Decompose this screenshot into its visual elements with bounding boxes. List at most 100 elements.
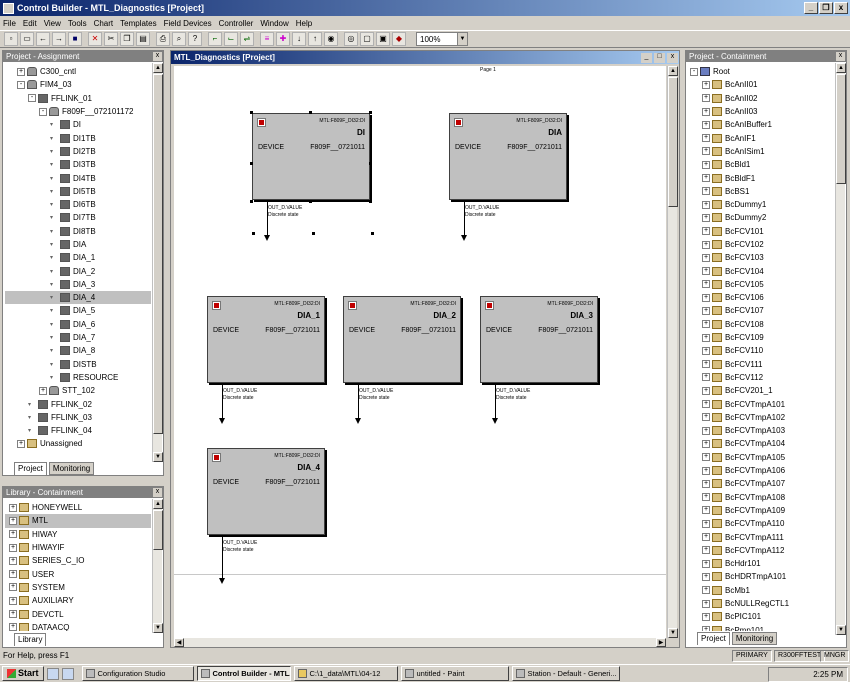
- containment-item[interactable]: + BcAnII01: [690, 78, 830, 91]
- expand-icon[interactable]: +: [702, 187, 710, 196]
- expand-icon[interactable]: +: [702, 174, 710, 183]
- expand-icon[interactable]: +: [702, 360, 710, 369]
- containment-item[interactable]: + BcFCVTmpA102: [690, 411, 830, 424]
- containment-item[interactable]: + BcFCV108: [690, 318, 830, 331]
- maximize-icon[interactable]: □: [654, 53, 665, 63]
- containment-item[interactable]: + BcDummy1: [690, 198, 830, 211]
- menu-field-devices[interactable]: Field Devices: [164, 19, 212, 28]
- collapse-icon[interactable]: -: [17, 80, 25, 89]
- containment-item[interactable]: + BcBS1: [690, 185, 830, 198]
- containment-item[interactable]: + BcHdr101: [690, 557, 830, 570]
- library-item[interactable]: + SERIES_C_IO: [5, 554, 151, 567]
- expand-icon[interactable]: +: [702, 559, 710, 568]
- monitor-icon[interactable]: ◎: [344, 32, 358, 46]
- function-block[interactable]: MTL:F809F_DI32:DI DI DEVICE F809F__0721011: [252, 113, 370, 200]
- tree-item[interactable]: ▾ DIA_4: [5, 291, 151, 305]
- menu-window[interactable]: Window: [260, 19, 288, 28]
- tree-item[interactable]: ▾ DI2TB: [5, 145, 151, 158]
- expand-icon[interactable]: +: [702, 599, 710, 608]
- expand-icon[interactable]: +: [17, 67, 25, 76]
- tree-item[interactable]: ▾ DISTB: [5, 358, 151, 371]
- quicklaunch-desktop-icon[interactable]: [61, 667, 74, 680]
- selection-handle[interactable]: [250, 162, 253, 165]
- expand-icon[interactable]: +: [9, 556, 17, 565]
- scroll-up-icon[interactable]: ▲: [153, 499, 163, 509]
- tree-item[interactable]: + C300_cntl: [5, 65, 151, 78]
- tree-item[interactable]: ▾ DI7TB: [5, 211, 151, 224]
- containment-item[interactable]: + BcFCVTmpA101: [690, 397, 830, 410]
- expand-icon[interactable]: +: [9, 503, 17, 512]
- function-block[interactable]: MTL:F809F_DI32:DI DIA_4 DEVICE F809F__07210…: [207, 448, 325, 535]
- tab-project[interactable]: Project: [14, 462, 47, 475]
- wire-icon[interactable]: ⌐: [208, 32, 222, 46]
- containment-item[interactable]: + BcFCVTmpA108: [690, 491, 830, 504]
- containment-item[interactable]: + BcFCV111: [690, 358, 830, 371]
- containment-item[interactable]: + BcFCV107: [690, 304, 830, 317]
- close-icon[interactable]: x: [153, 488, 162, 497]
- expand-icon[interactable]: +: [702, 466, 710, 475]
- task-configuration-studio[interactable]: Configuration Studio: [81, 666, 194, 681]
- tab-project[interactable]: Project: [697, 632, 730, 645]
- expand-icon[interactable]: +: [9, 623, 17, 631]
- containment-item[interactable]: + BcFCV106: [690, 291, 830, 304]
- tree-root[interactable]: - Root: [690, 65, 830, 78]
- tree-item[interactable]: ▾ DIA: [5, 238, 151, 251]
- copy-icon[interactable]: ❐: [120, 32, 134, 46]
- menu-controller[interactable]: Controller: [219, 19, 254, 28]
- scroll-down-icon[interactable]: ▼: [153, 623, 163, 633]
- scroll-up-icon[interactable]: ▲: [668, 66, 678, 76]
- restore-button[interactable]: ❒: [819, 2, 833, 14]
- expand-icon[interactable]: +: [702, 94, 710, 103]
- function-block[interactable]: MTL:F809F_DI32:DI DIA_1 DEVICE F809F__07210…: [207, 296, 325, 383]
- open-icon[interactable]: ▭: [20, 32, 34, 46]
- library-item[interactable]: + MTL: [5, 514, 151, 528]
- containment-item[interactable]: + BcFCV112: [690, 371, 830, 384]
- library-item[interactable]: + DEVCTL: [5, 607, 151, 620]
- collapse-icon[interactable]: -: [39, 107, 47, 116]
- tree-item[interactable]: - FIM4_03: [5, 78, 151, 91]
- delete-icon[interactable]: ✕: [88, 32, 102, 46]
- expand-icon[interactable]: +: [702, 200, 710, 209]
- containment-item[interactable]: + BcAnIBuffer1: [690, 118, 830, 131]
- expand-icon[interactable]: +: [9, 516, 17, 525]
- selection-handle[interactable]: [250, 200, 253, 203]
- expand-icon[interactable]: +: [702, 506, 710, 515]
- expand-icon[interactable]: +: [702, 626, 710, 631]
- function-block[interactable]: MTL:F809F_DI32:DI DIA DEVICE F809F__0721011: [449, 113, 567, 200]
- selection-handle[interactable]: [369, 111, 372, 114]
- expand-icon[interactable]: +: [702, 586, 710, 595]
- expand-icon[interactable]: +: [702, 293, 710, 302]
- quicklaunch-ie-icon[interactable]: [46, 667, 59, 680]
- expand-icon[interactable]: +: [702, 453, 710, 462]
- library-item[interactable]: + USER: [5, 567, 151, 580]
- tool2-icon[interactable]: ▣: [376, 32, 390, 46]
- scroll-down-icon[interactable]: ▼: [836, 625, 846, 635]
- menu-help[interactable]: Help: [296, 19, 312, 28]
- expand-icon[interactable]: +: [9, 543, 17, 552]
- expand-icon[interactable]: +: [702, 413, 710, 422]
- expand-icon[interactable]: +: [702, 306, 710, 315]
- expand-icon[interactable]: +: [9, 583, 17, 592]
- tree-item[interactable]: ▾ DI6TB: [5, 198, 151, 211]
- containment-item[interactable]: + BcNULLRegCTL1: [690, 597, 830, 610]
- containment-item[interactable]: + BcFCVTmpA104: [690, 437, 830, 450]
- containment-item[interactable]: + BcFCVTmpA110: [690, 517, 830, 530]
- expand-icon[interactable]: +: [702, 426, 710, 435]
- scroll-down-icon[interactable]: ▼: [153, 452, 163, 462]
- containment-item[interactable]: + BcFCV103: [690, 251, 830, 264]
- scroll-left-icon[interactable]: ◀: [174, 638, 184, 647]
- close-icon[interactable]: x: [836, 52, 845, 61]
- containment-item[interactable]: + BcDummy2: [690, 211, 830, 224]
- function-block[interactable]: MTL:F809F_DI32:DI DIA_2 DEVICE F809F__07210…: [343, 296, 461, 383]
- expand-icon[interactable]: +: [702, 519, 710, 528]
- tree-item[interactable]: + STT_102: [5, 384, 151, 397]
- expand-icon[interactable]: +: [702, 80, 710, 89]
- expand-icon[interactable]: +: [39, 386, 47, 395]
- containment-item[interactable]: + BcFCV105: [690, 278, 830, 291]
- library-icon[interactable]: ◆: [392, 32, 406, 46]
- tree-item[interactable]: ▾ RESOURCE: [5, 371, 151, 384]
- containment-item[interactable]: + BcFCVTmpA103: [690, 424, 830, 437]
- find-icon[interactable]: ⌕: [172, 32, 186, 46]
- library-item[interactable]: + AUXILIARY: [5, 594, 151, 607]
- scroll-thumb[interactable]: [153, 74, 163, 434]
